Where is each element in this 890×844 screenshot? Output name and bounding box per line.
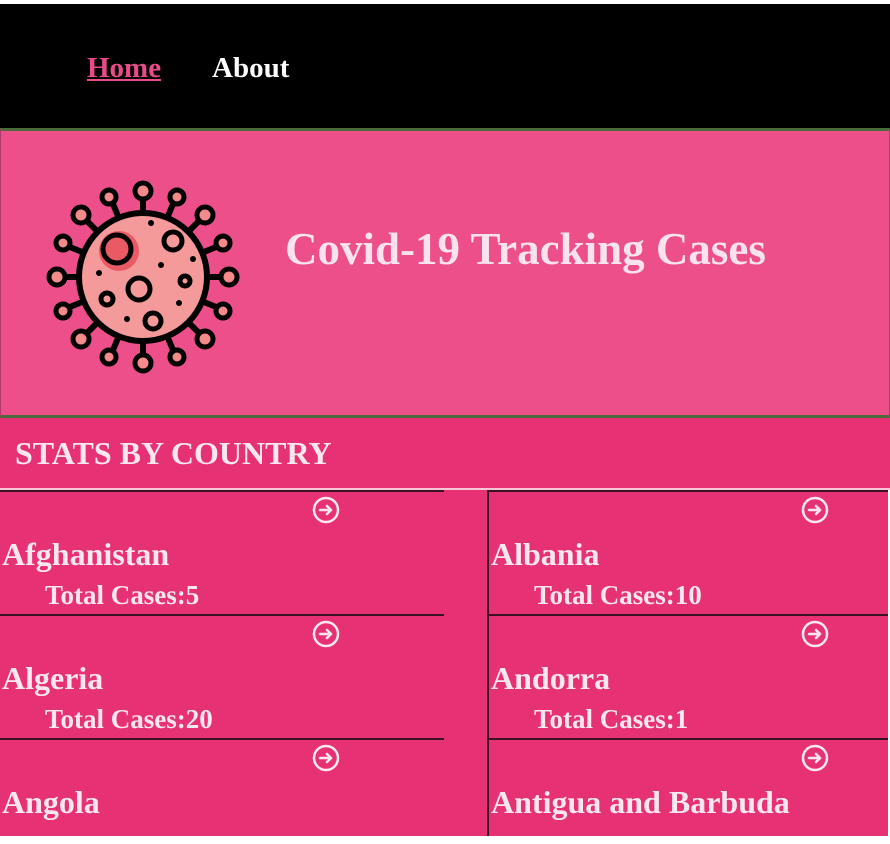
country-card[interactable]: Algeria Total Cases:20 bbox=[0, 614, 444, 739]
virus-icon bbox=[46, 180, 240, 374]
hero-banner: Covid-19 Tracking Cases bbox=[0, 128, 890, 418]
country-grid: Afghanistan Total Cases:5 Albania Total … bbox=[0, 490, 888, 840]
country-card[interactable]: Antigua and Barbuda bbox=[487, 738, 888, 840]
arrow-right-circle-icon[interactable] bbox=[312, 620, 340, 648]
country-card[interactable]: Andorra Total Cases:1 bbox=[487, 614, 888, 739]
page-title: Covid-19 Tracking Cases bbox=[285, 224, 766, 274]
country-card[interactable]: Angola bbox=[0, 738, 444, 840]
country-card[interactable]: Albania Total Cases:10 bbox=[487, 490, 888, 615]
country-name: Albania bbox=[491, 536, 600, 572]
page-bottom-edge bbox=[0, 836, 890, 844]
country-name: Angola bbox=[2, 784, 100, 820]
country-card[interactable]: Afghanistan Total Cases:5 bbox=[0, 490, 444, 615]
country-name: Afghanistan bbox=[2, 536, 170, 572]
country-name: Andorra bbox=[491, 660, 611, 696]
total-cases: Total Cases:1 bbox=[534, 704, 689, 734]
navbar: Home About bbox=[0, 4, 890, 128]
stats-title: STATS BY COUNTRY bbox=[15, 435, 332, 471]
total-cases: Total Cases:20 bbox=[45, 704, 213, 734]
nav-about-link[interactable]: About bbox=[212, 52, 289, 85]
arrow-right-circle-icon[interactable] bbox=[312, 496, 340, 524]
country-name: Antigua and Barbuda bbox=[491, 784, 790, 820]
stats-header: STATS BY COUNTRY bbox=[0, 418, 890, 490]
arrow-right-circle-icon[interactable] bbox=[801, 620, 829, 648]
total-cases: Total Cases:10 bbox=[534, 580, 702, 610]
page: Home About Covid-19 Tracking Cases STATS… bbox=[0, 0, 890, 844]
country-name: Algeria bbox=[2, 660, 104, 696]
arrow-right-circle-icon[interactable] bbox=[801, 744, 829, 772]
total-cases: Total Cases:5 bbox=[45, 580, 200, 610]
arrow-right-circle-icon[interactable] bbox=[312, 744, 340, 772]
nav-home-link[interactable]: Home bbox=[87, 52, 161, 85]
arrow-right-circle-icon[interactable] bbox=[801, 496, 829, 524]
